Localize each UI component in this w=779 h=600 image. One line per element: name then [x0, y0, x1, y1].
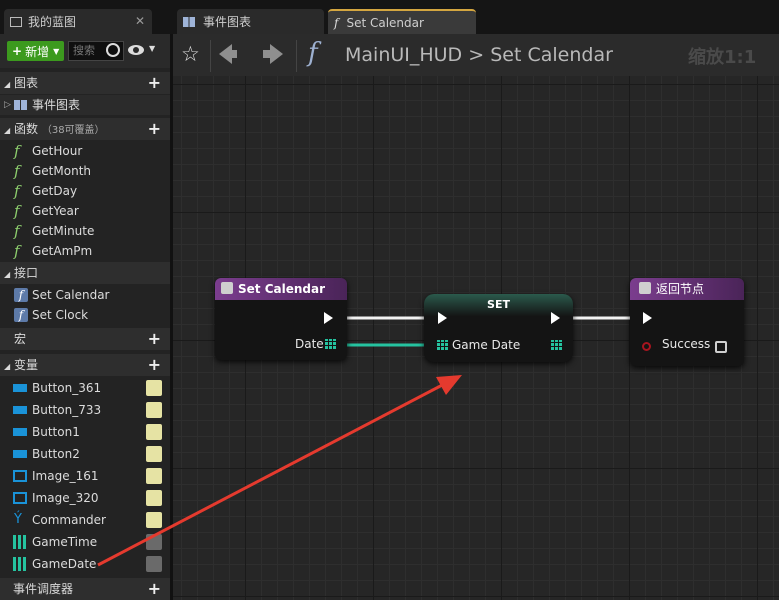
annotation-arrow-shaft [97, 380, 449, 567]
annotation-arrow [97, 375, 462, 567]
